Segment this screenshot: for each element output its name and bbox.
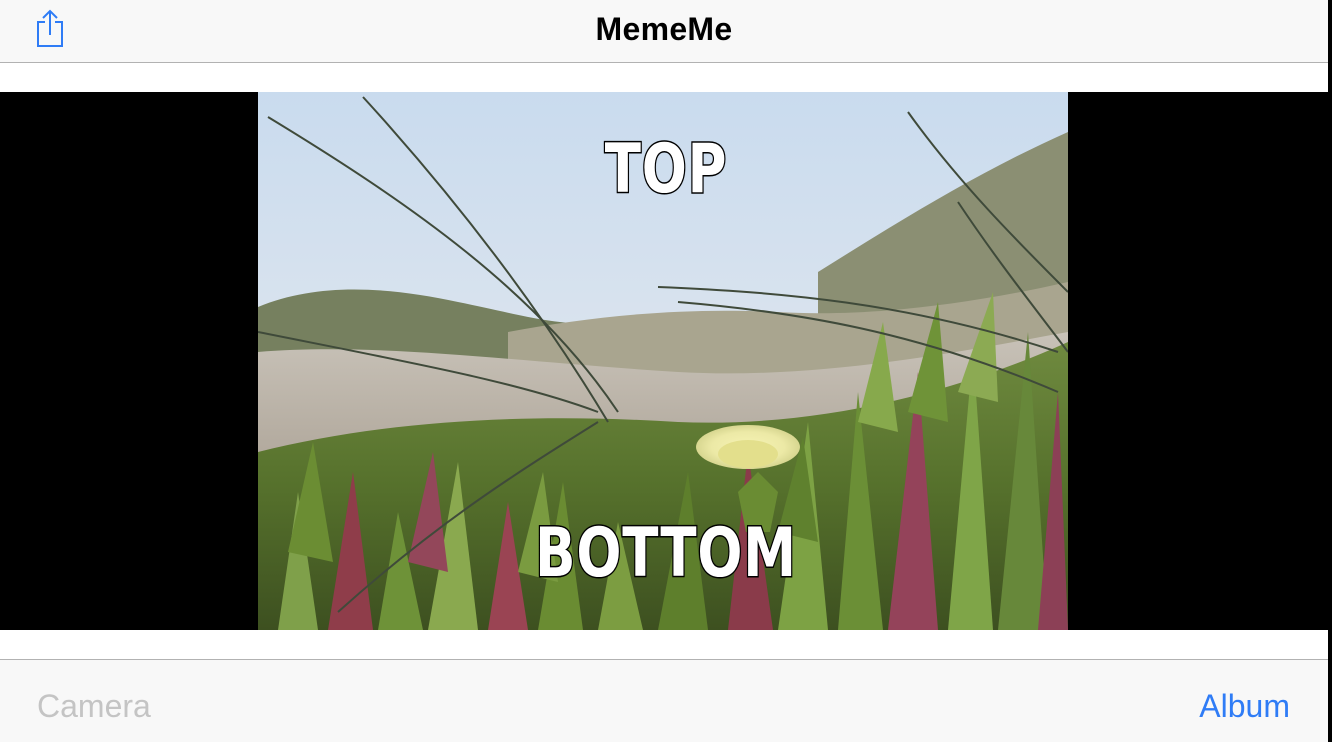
nav-title: MemeMe	[595, 11, 733, 47]
bottom-text-field[interactable]: BOTTOM	[147, 513, 1186, 595]
album-button[interactable]: Album	[1199, 686, 1290, 726]
window-edge	[1328, 0, 1332, 742]
camera-button[interactable]: Camera	[37, 686, 151, 726]
meme-image-view: TOP BOTTOM	[0, 92, 1332, 630]
navigation-bar: MemeMe	[0, 0, 1328, 63]
top-text-field[interactable]: TOP	[147, 129, 1186, 211]
bottom-toolbar: Camera Album	[0, 659, 1328, 742]
meme-editor-screen: MemeMe TOP BOTTOM Camera Album	[0, 0, 1332, 742]
